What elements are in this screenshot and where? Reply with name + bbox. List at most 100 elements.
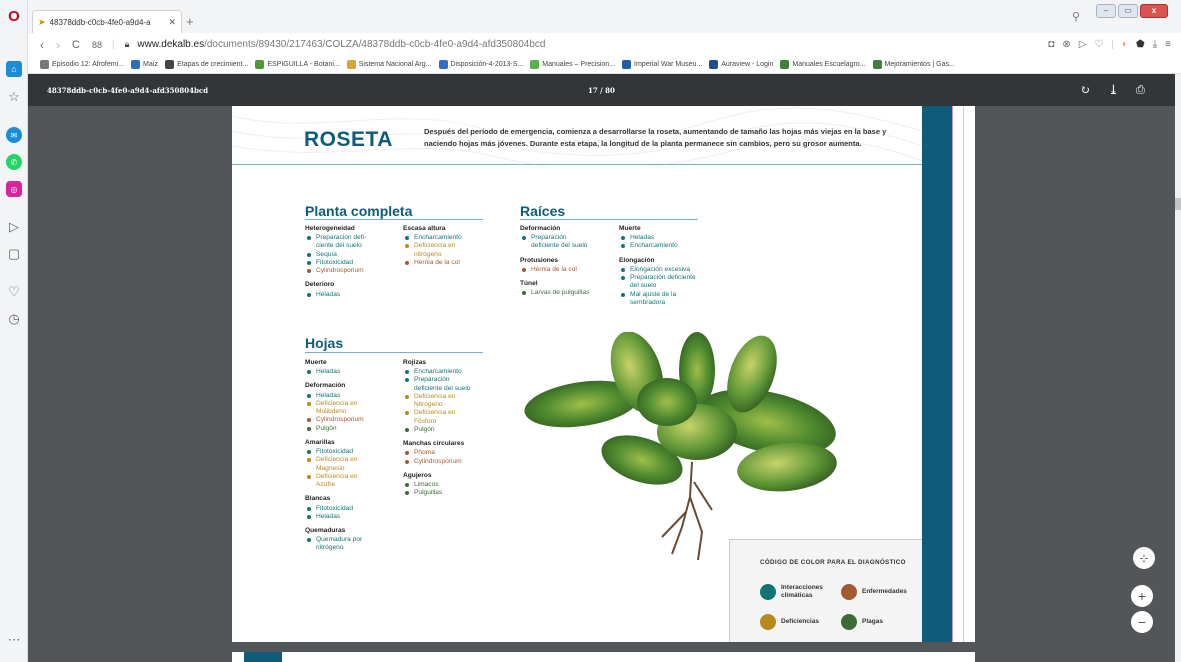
cause-item: nitrógeno <box>316 544 344 552</box>
more-icon[interactable]: ⋯ <box>6 632 22 648</box>
cause-item: Encharcamiento <box>403 368 495 376</box>
tab-close-icon[interactable]: ✕ <box>168 17 176 28</box>
pdf-download-icon[interactable]: ⤓ <box>1108 83 1119 98</box>
zoom-in-icon[interactable]: + <box>1131 585 1153 607</box>
cause-item: del suelo <box>630 282 657 290</box>
snapshot-icon[interactable]: ◘ <box>1048 39 1054 50</box>
bookmark-label: Mejoramientos | Gas... <box>884 61 955 68</box>
shield-icon[interactable]: ⬟ <box>1136 39 1145 50</box>
cause-item: Deficiencia en <box>305 473 395 481</box>
bookmark-favicon-icon <box>622 60 632 69</box>
cause-item: Preparación deficiente <box>619 274 709 282</box>
bookmark-item[interactable]: ESPIGUILLA - Botani... <box>255 60 340 69</box>
speed-dial-icon[interactable]: 88 <box>92 40 102 50</box>
reload-icon[interactable]: C <box>72 39 80 51</box>
cause-item: Fitotoxicidad <box>305 448 395 456</box>
bookmark-favicon-icon <box>780 60 790 69</box>
bookmark-item[interactable]: Manuales – Precision... <box>530 60 615 69</box>
window-controls: – ▭ x <box>1096 4 1168 18</box>
home-icon[interactable]: ⌂ <box>6 61 22 77</box>
cause-item: Deficiencia en <box>305 456 395 464</box>
bookmark-item[interactable]: Maíz <box>130 60 158 69</box>
bookmark-favicon-icon <box>130 60 140 69</box>
raices-col-2: Muerte Heladas Encharcamiento Elongación Elo… <box>619 225 709 307</box>
symptom-heading: Deformación <box>520 225 561 232</box>
tab-active[interactable]: ➤ 48378ddb-c0cb-4fe0-a9d4-a ✕ <box>32 10 182 33</box>
history-icon[interactable]: ◷ <box>6 311 22 327</box>
page-scrollbar[interactable] <box>1175 74 1181 662</box>
close-window-icon[interactable]: x <box>1140 4 1168 18</box>
address-field[interactable]: www.dekalb.es/documents/89430/217463/COL… <box>137 39 545 50</box>
cause-item: deficiente del suelo <box>531 242 588 250</box>
player-icon[interactable]: ▷ <box>6 219 22 235</box>
cause-item: sembradora <box>630 298 666 306</box>
bookmark-item[interactable]: Manuales Escuelagro... <box>780 60 866 69</box>
bookmark-item[interactable]: Etapas de crecimient... <box>165 60 248 69</box>
menu-icon[interactable]: ≡ <box>1165 39 1171 50</box>
color-legend: CÓDIGO DE COLOR PARA EL DIAGNÓSTICO Inte… <box>729 539 922 642</box>
minimize-icon[interactable]: – <box>1096 4 1116 18</box>
bookmark-favicon-icon <box>40 60 49 69</box>
cause-item: Elongación excesiva <box>619 266 709 274</box>
cause-item: Nitrógeno <box>414 401 443 409</box>
cause-item: Deficiencia en <box>403 393 495 401</box>
zoom-out-icon[interactable]: − <box>1131 611 1153 633</box>
messenger-icon[interactable]: ✉ <box>6 127 22 143</box>
raices-col-1: Deformación Preparación deficiente del sue… <box>520 225 615 298</box>
bookmark-label: Imperial War Museu... <box>634 61 703 68</box>
opera-logo-icon[interactable]: O <box>6 8 22 25</box>
extension-icon[interactable]: ◐ <box>1122 39 1128 50</box>
scrollbar-thumb[interactable] <box>1175 198 1181 210</box>
bookmark-label: Etapas de crecimient... <box>177 61 249 68</box>
back-icon[interactable]: ‹ <box>40 38 44 52</box>
section-title-hojas: Hojas <box>305 335 344 351</box>
bookmark-item[interactable]: Disposición-4-2013-S... <box>438 60 523 69</box>
cause-item: Mal ajuste de la <box>619 291 709 299</box>
legend-dot-enfermedades <box>841 584 857 600</box>
bookmark-star-icon[interactable]: ☆ <box>6 89 22 105</box>
symptom-heading: Manchas circulares <box>403 440 465 448</box>
bookmark-item[interactable]: Imperial War Museu... <box>622 60 702 69</box>
legend-dot-plagas <box>841 614 857 630</box>
search-tabs-icon[interactable]: ⚲ <box>1072 10 1080 23</box>
cause-item: Heladas <box>619 234 709 242</box>
maximize-icon[interactable]: ▭ <box>1118 4 1138 18</box>
cause-item: Preparación <box>520 234 615 242</box>
cause-item: Pulguillas <box>403 489 495 497</box>
instagram-icon[interactable]: ◎ <box>6 181 22 197</box>
rotate-icon[interactable]: ↻ <box>1080 83 1090 97</box>
bookmark-item[interactable]: Mejoramientos | Gas... <box>872 60 955 69</box>
cause-item: Heladas <box>305 291 395 299</box>
side-stripe-2 <box>963 106 975 642</box>
cause-item: Encharcamiento <box>619 242 709 250</box>
bookmark-favicon-icon <box>530 60 540 69</box>
flow-icon[interactable]: ▷ <box>1079 39 1087 50</box>
heart-icon[interactable]: ♡ <box>6 284 22 300</box>
bookmark-item[interactable]: Episodio 12: Afrofemi... <box>40 60 124 69</box>
favorite-heart-icon[interactable]: ♡ <box>1094 39 1103 50</box>
cause-item: nitrógeno <box>414 250 442 258</box>
browser-sidebar: O ⌂ ☆ ✉ ✆ ◎ ▷ ▢ ♡ ◷ ⋯ <box>0 0 28 662</box>
cause-item: Hernia de la col <box>403 259 493 267</box>
legend-label-plagas: Plagas <box>862 618 883 625</box>
bookmark-label: Auraview - Login <box>721 61 774 68</box>
cause-item: Hernia de la col <box>520 266 615 274</box>
lock-icon[interactable]: 🔒︎ <box>125 39 130 50</box>
fit-page-icon[interactable]: ⊹ <box>1133 547 1155 569</box>
forward-icon[interactable]: › <box>56 38 60 52</box>
wallet-icon[interactable]: ▢ <box>6 246 22 262</box>
planta-col-2: Escasa altura Encharcamiento Deficiencia e… <box>403 225 493 267</box>
legend-label-deficiencias: Deficiencias <box>781 618 819 625</box>
bookmark-item[interactable]: Sistema Nacional Arg... <box>346 60 432 69</box>
legend-dot-deficiencias <box>760 614 776 630</box>
bookmarks-bar: Episodio 12: Afrofemi... Maíz Etapas de cr… <box>28 56 1181 74</box>
page-title: ROSETA <box>304 128 393 151</box>
vpn-icon[interactable]: ⊗ <box>1062 39 1070 50</box>
bookmark-label: Sistema Nacional Arg... <box>358 61 432 68</box>
print-icon[interactable]: ⎙ <box>1136 83 1145 97</box>
new-tab-icon[interactable]: + <box>186 14 194 29</box>
bookmark-item[interactable]: Auraview - Login <box>709 60 773 69</box>
cause-item: Pulgón <box>403 426 495 434</box>
download-icon[interactable]: ⤓ <box>1153 39 1157 50</box>
whatsapp-icon[interactable]: ✆ <box>6 154 22 170</box>
